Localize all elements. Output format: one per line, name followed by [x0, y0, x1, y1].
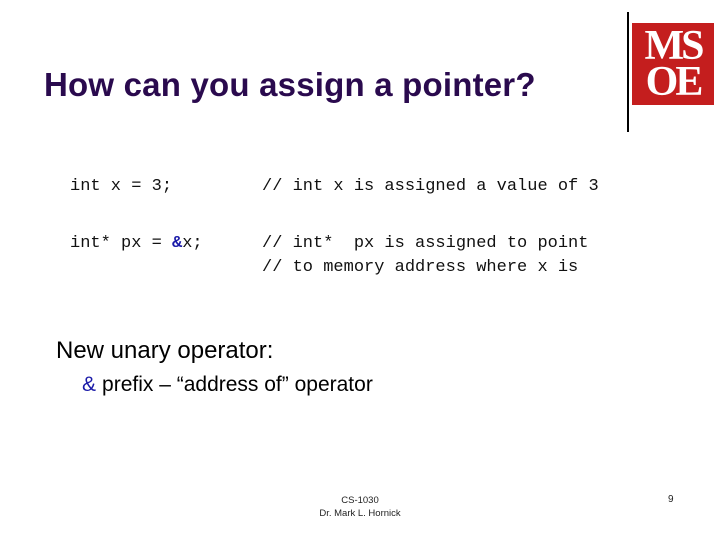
code-statement-1: int x = 3;	[70, 177, 173, 196]
page-number: 9	[668, 494, 674, 505]
footer-author: Dr. Mark L. Hornick	[319, 508, 401, 519]
code-suffix: x;	[182, 234, 203, 253]
slide-title: How can you assign a pointer?	[44, 66, 536, 103]
code-comment-3: // to memory address where x is	[262, 258, 579, 277]
code-comment-2: // int* px is assigned to point	[262, 234, 589, 253]
footer: CS-1030 Dr. Mark L. Hornick	[300, 494, 420, 520]
footer-course: CS-1030	[341, 495, 379, 506]
code-prefix: int* px =	[70, 234, 173, 253]
code-comment-1: // int x is assigned a value of 3	[262, 177, 599, 196]
code-statement-2: int* px = &x;	[70, 234, 203, 253]
logo-line2: OE	[645, 59, 704, 105]
bullet-symbol: &	[82, 373, 97, 396]
bullet-text: prefix – “address of” operator	[102, 373, 373, 396]
address-operator: &	[172, 234, 183, 253]
msoe-logo: MS OE	[632, 23, 714, 105]
body-heading: New unary operator:	[56, 337, 274, 364]
divider-line	[627, 12, 629, 132]
bullet-item: & prefix – “address of” operator	[82, 373, 373, 397]
